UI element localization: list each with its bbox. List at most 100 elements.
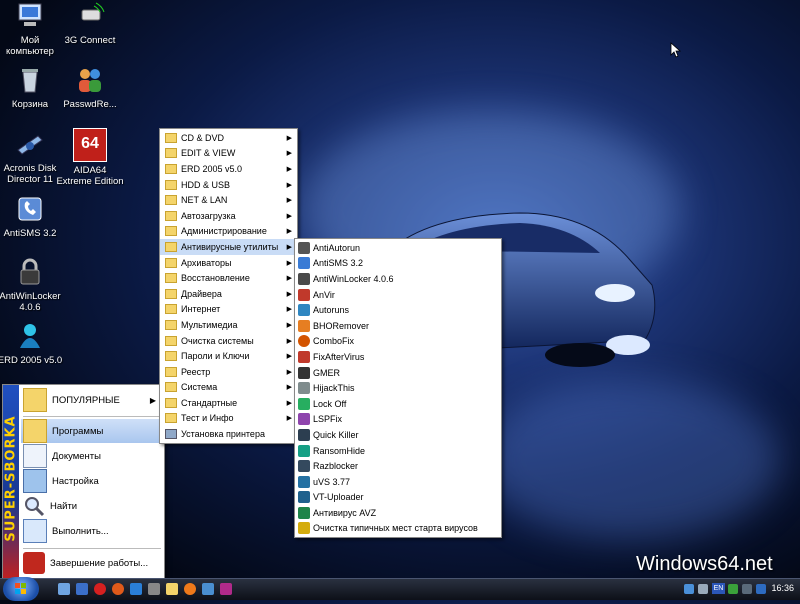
menu-item-label: Интернет (181, 304, 221, 315)
menu-item-label: Autoruns (313, 305, 350, 316)
menu-item-label: Lock Off (313, 398, 347, 409)
explorer-icon[interactable] (76, 583, 88, 595)
menu-item-gmer[interactable]: GMER (295, 365, 501, 381)
firefox-icon[interactable] (184, 583, 196, 595)
menu-item-uvs[interactable]: uVS 3.77 (295, 474, 501, 490)
tool-icon[interactable] (130, 583, 142, 595)
windows-logo-icon (15, 583, 26, 594)
folder-icon (165, 413, 177, 424)
start-button[interactable] (3, 577, 39, 601)
menu-item-lspfix[interactable]: LSPFix (295, 412, 501, 428)
menu-item-standard[interactable]: Стандартные ▶ (160, 395, 297, 411)
menu-item-bhoremover[interactable]: BHORemover (295, 318, 501, 334)
desktop-icon-aida64[interactable]: 64 AIDA64 Extreme Edition (53, 128, 127, 187)
menu-item-razblocker[interactable]: Razblocker (295, 458, 501, 474)
menu-item-hijackthis[interactable]: HijackThis (295, 380, 501, 396)
menu-item-clean-virus-startup[interactable]: Очистка типичных мест старта вирусов (295, 521, 501, 537)
chevron-right-icon: ▶ (286, 165, 292, 173)
smoke-cloud (480, 380, 780, 540)
folder-icon (165, 382, 177, 393)
menu-item-erd[interactable]: ERD 2005 v5.0 ▶ (160, 161, 297, 177)
safely-remove-icon[interactable] (742, 584, 752, 594)
menu-item-vt-uploader[interactable]: VT-Uploader (295, 490, 501, 506)
start-item-popular[interactable]: ПОПУЛЯРНЫЕ ▶ (21, 387, 162, 413)
desktop-icon-label: 3G Connect (64, 35, 116, 46)
menu-item-internet[interactable]: Интернет ▶ (160, 302, 297, 318)
menu-item-cd-dvd[interactable]: CD & DVD ▶ (160, 130, 297, 146)
menu-item-label: uVS 3.77 (313, 476, 351, 487)
menu-item-label: Антивирусные утилиты (181, 241, 279, 252)
folder-icon (165, 210, 177, 221)
menu-item-ransomhide[interactable]: RansomHide (295, 443, 501, 459)
menu-item-drivers[interactable]: Драйвера ▶ (160, 286, 297, 302)
chevron-right-icon: ▶ (286, 212, 292, 220)
taskbar-clock[interactable]: 16:36 (771, 583, 794, 593)
desktop-icon-3g-connect[interactable]: 3G Connect (53, 0, 127, 46)
desktop-icon-antisms[interactable]: AntiSMS 3.2 (0, 193, 67, 239)
menu-item-avz[interactable]: Антивирус AVZ (295, 505, 501, 521)
media-icon[interactable] (220, 583, 232, 595)
display-icon[interactable] (756, 584, 766, 594)
desktop-icon-antiwinlocker[interactable]: AntiWinLocker 4.0.6 (0, 256, 67, 313)
network-icon[interactable] (684, 584, 694, 594)
tray-app-icon[interactable] (728, 584, 738, 594)
mouse-cursor-icon (670, 42, 682, 58)
folder-icon (165, 241, 177, 252)
menu-item-quickkiller[interactable]: Quick Killer (295, 427, 501, 443)
menu-item-antiwinlocker[interactable]: AntiWinLocker 4.0.6 (295, 271, 501, 287)
folder-icon (165, 366, 177, 377)
menu-item-multimedia[interactable]: Мультимедиа ▶ (160, 317, 297, 333)
menu-item-recovery[interactable]: Восстановление ▶ (160, 270, 297, 286)
menu-item-cleanup[interactable]: Очистка системы ▶ (160, 333, 297, 349)
desktop-icon-label: AIDA64 Extreme Edition (56, 165, 124, 187)
remote-icon[interactable] (202, 583, 214, 595)
settings-icon[interactable] (148, 583, 160, 595)
separator (23, 416, 161, 417)
antivirus-icon[interactable] (112, 583, 124, 595)
menu-item-autoruns[interactable]: Autoruns (295, 302, 501, 318)
start-item-run[interactable]: Выполнить... (21, 519, 162, 543)
start-item-documents[interactable]: Документы (21, 444, 162, 468)
menu-item-label: Установка принтера (181, 429, 265, 440)
menu-item-lockoff[interactable]: Lock Off (295, 396, 501, 412)
menu-item-hdd-usb[interactable]: HDD & USB ▶ (160, 177, 297, 193)
menu-item-fixaftervirus[interactable]: FixAfterVirus (295, 349, 501, 365)
language-indicator[interactable]: EN (712, 583, 725, 594)
folder-icon (165, 335, 177, 346)
menu-item-admin[interactable]: Администрирование ▶ (160, 224, 297, 240)
menu-item-registry[interactable]: Реестр ▶ (160, 364, 297, 380)
volume-icon[interactable] (698, 584, 708, 594)
menu-item-antisms[interactable]: AntiSMS 3.2 (295, 256, 501, 272)
menu-item-archivers[interactable]: Архиваторы ▶ (160, 255, 297, 271)
menu-item-label: LSPFix (313, 414, 343, 425)
menu-item-test-info[interactable]: Тест и Инфо ▶ (160, 411, 297, 427)
menu-item-combofix[interactable]: ComboFix (295, 334, 501, 350)
menu-item-passwords[interactable]: Пароли и Ключи ▶ (160, 348, 297, 364)
start-item-settings[interactable]: Настройка (21, 469, 162, 493)
menu-item-edit-view[interactable]: EDIT & VIEW ▶ (160, 146, 297, 162)
folder-icon (165, 319, 177, 330)
show-desktop-icon[interactable] (58, 583, 70, 595)
acronis-icon (17, 135, 43, 155)
menu-item-anvir[interactable]: AnVir (295, 287, 501, 303)
desktop-icon-erd[interactable]: ERD 2005 v5.0 (0, 320, 67, 366)
programs-menu: CD & DVD ▶ EDIT & VIEW ▶ ERD 2005 v5.0 ▶ HD… (159, 128, 298, 444)
start-item-shutdown[interactable]: Завершение работы... (21, 551, 162, 575)
menu-item-printer-setup[interactable]: Установка принтера (160, 426, 297, 442)
menu-item-net-lan[interactable]: NET & LAN ▶ (160, 192, 297, 208)
folder-icon (165, 304, 177, 315)
menu-item-label: HDD & USB (181, 179, 231, 190)
menu-item-label: Восстановление (181, 273, 250, 284)
menu-item-label: ERD 2005 v5.0 (181, 163, 243, 174)
start-item-search[interactable]: Найти (21, 494, 162, 518)
menu-item-label: Razblocker (313, 461, 359, 472)
menu-item-antiautorun[interactable]: AntiAutorun (295, 240, 501, 256)
antisms-icon (298, 257, 310, 270)
menu-item-autostart[interactable]: Автозагрузка ▶ (160, 208, 297, 224)
opera-icon[interactable] (94, 583, 106, 595)
desktop-icon-passwdreset[interactable]: PasswdRe... (53, 64, 127, 110)
menu-item-antivirus[interactable]: Антивирусные утилиты ▶ (160, 239, 297, 255)
menu-item-system[interactable]: Система ▶ (160, 380, 297, 396)
start-item-programs[interactable]: Программы (21, 419, 162, 443)
folder-icon[interactable] (166, 583, 178, 595)
